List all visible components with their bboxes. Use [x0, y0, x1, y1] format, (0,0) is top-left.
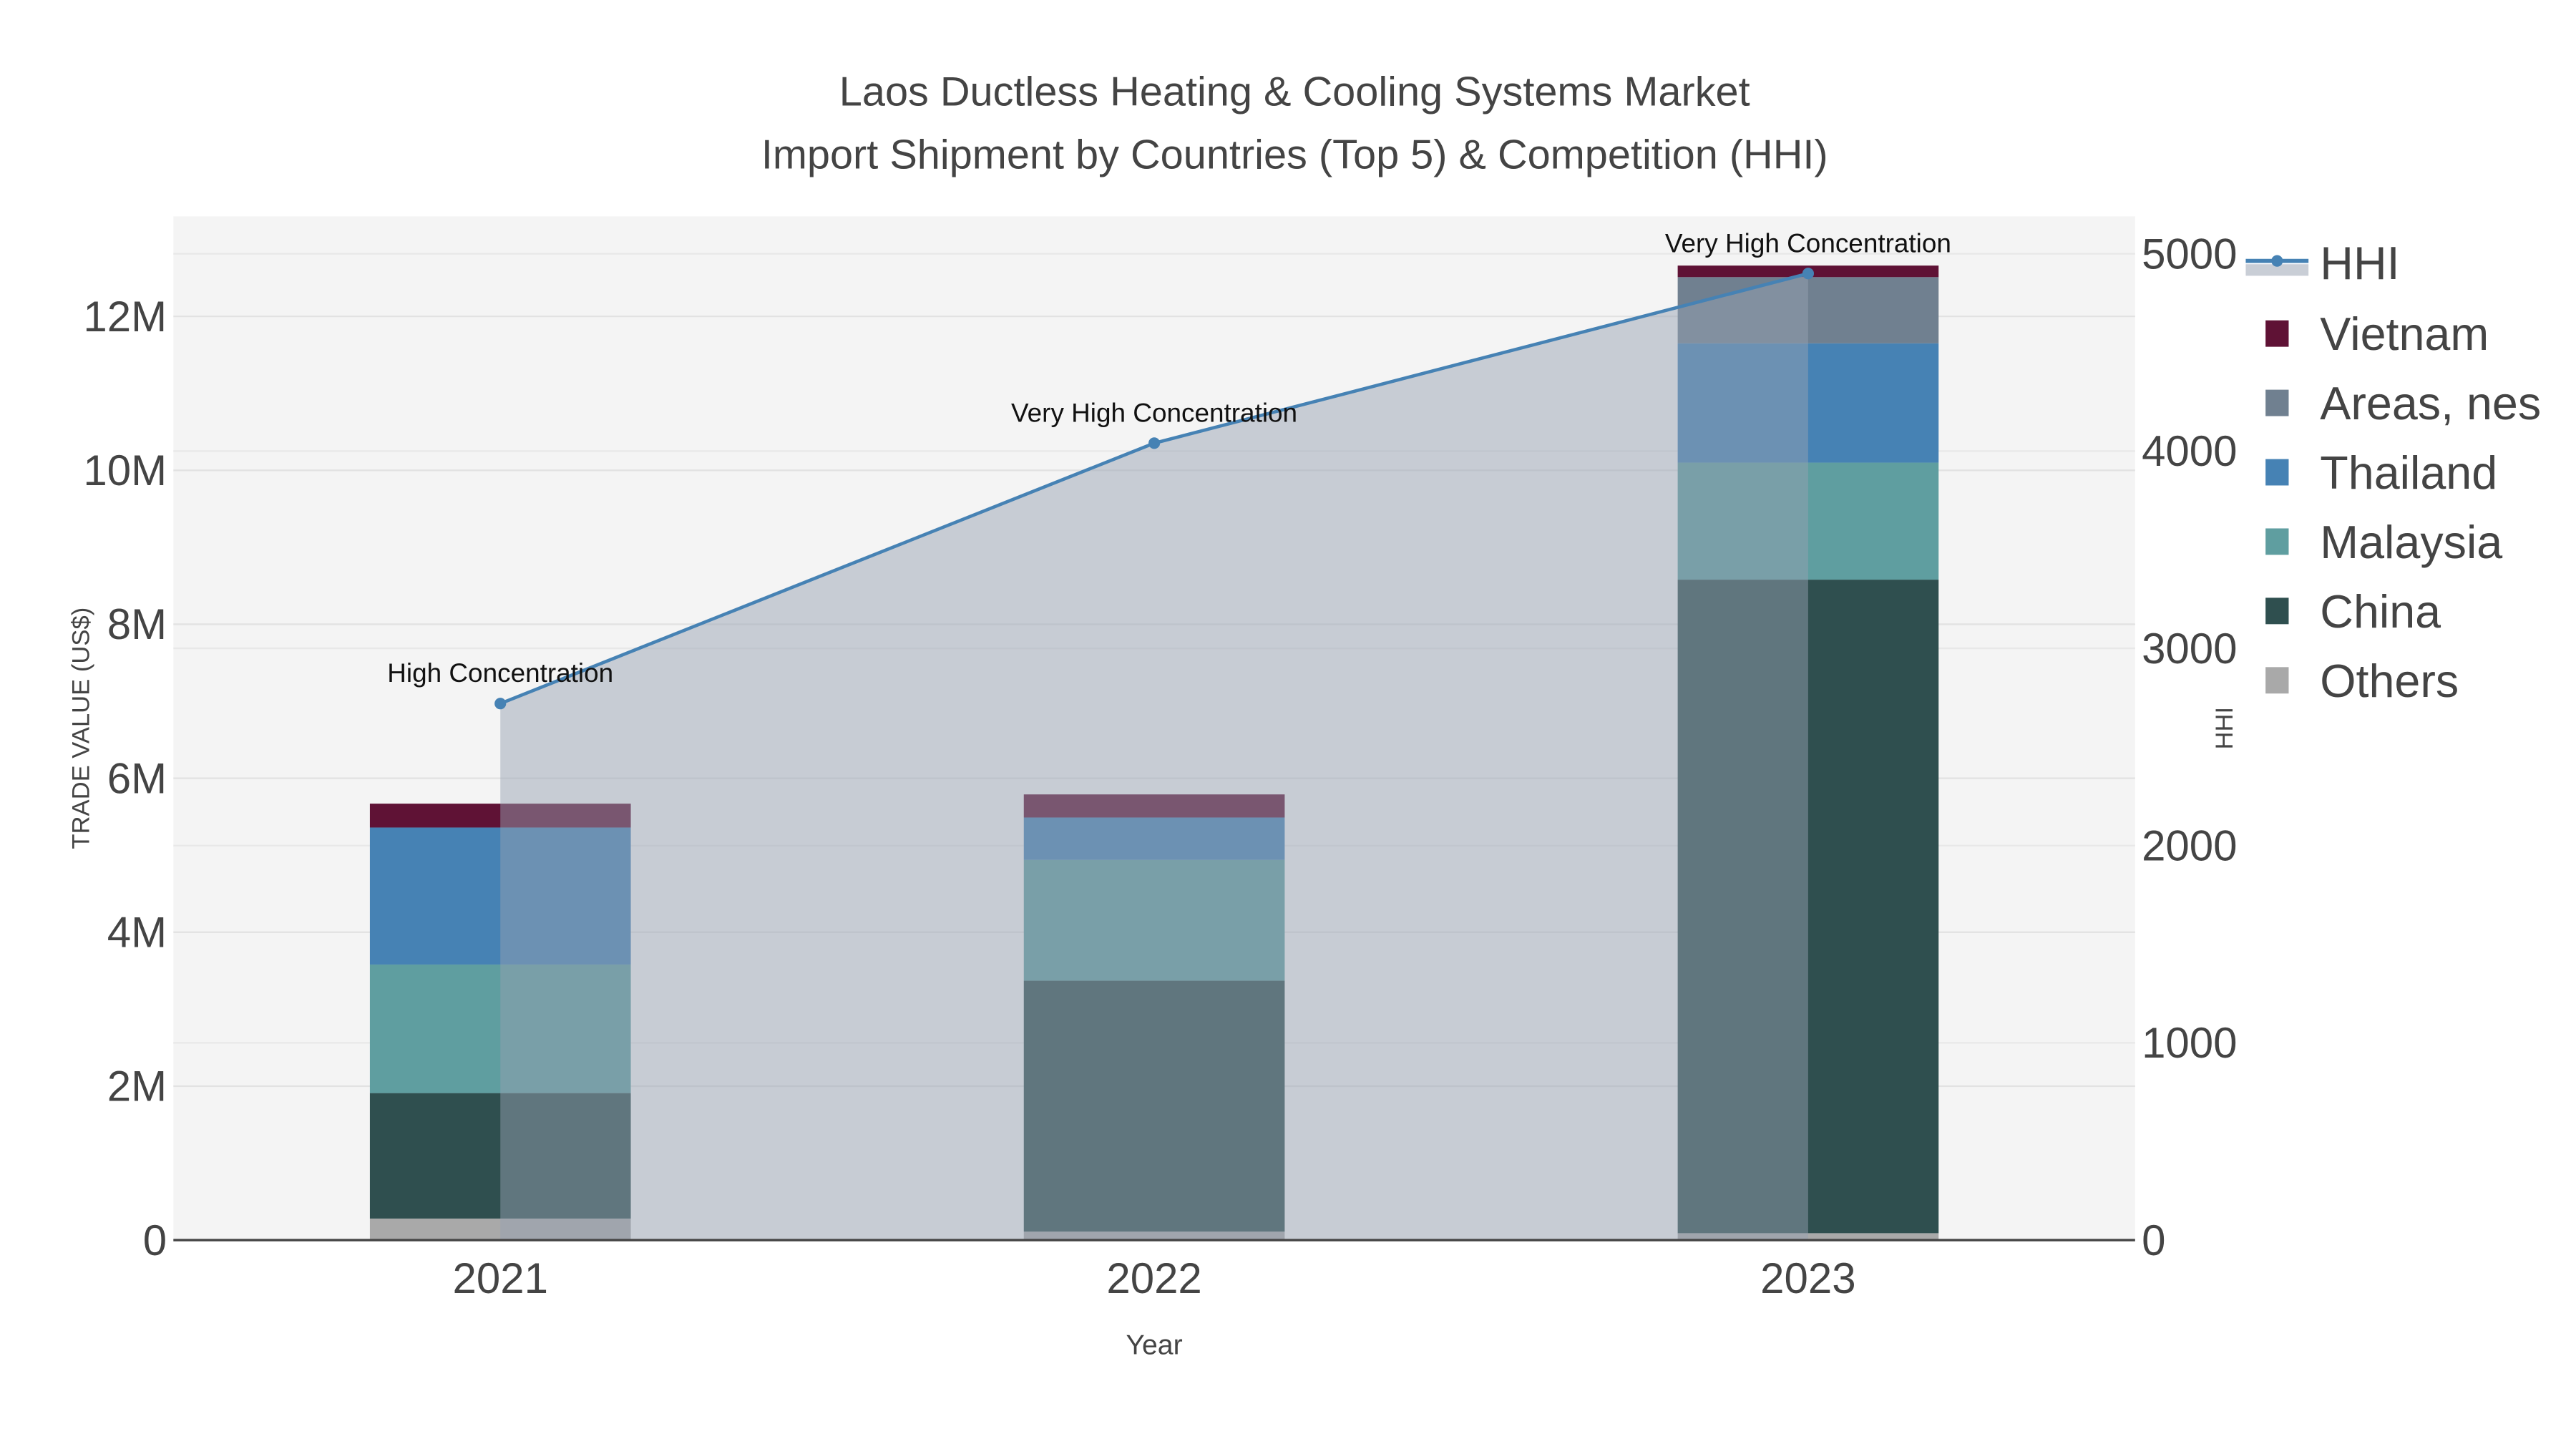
x-tick-label: 2022: [1106, 1254, 1201, 1302]
y2-tick-label: 0: [2142, 1216, 2165, 1264]
legend-label-hhi[interactable]: HHI: [2320, 238, 2399, 289]
legend-swatch-thailand: [2265, 459, 2289, 486]
legend-swatch-others: [2265, 667, 2289, 694]
hhi-point-2022[interactable]: [1148, 437, 1161, 449]
y2-axis-label: HHI: [2211, 707, 2238, 750]
chart-title-line2: Import Shipment by Countries (Top 5) & C…: [761, 132, 1828, 177]
x-tick-label: 2023: [1760, 1254, 1855, 1302]
hhi-annotation: High Concentration: [387, 658, 613, 688]
legend-swatch-china: [2265, 597, 2289, 625]
legend-swatch-areas-nes: [2265, 389, 2289, 416]
legend-label-others[interactable]: Others: [2320, 655, 2459, 707]
legend-label-areas-nes[interactable]: Areas, nes: [2320, 378, 2541, 429]
legend-label-malaysia[interactable]: Malaysia: [2320, 517, 2502, 568]
y2-tick-label: 3000: [2142, 625, 2237, 673]
hhi-point-2023[interactable]: [1802, 268, 1814, 280]
chart: High Concentration Very High Concentratio…: [68, 69, 2542, 1361]
y-tick-label: 6M: [107, 754, 167, 802]
chart-title-line1: Laos Ductless Heating & Cooling Systems …: [839, 69, 1750, 115]
legend-swatch-vietnam: [2265, 320, 2289, 347]
y2-tick-label: 5000: [2142, 230, 2237, 278]
hhi-annotation: Very High Concentration: [1665, 228, 1951, 258]
legend-label-china[interactable]: China: [2320, 586, 2441, 638]
legend: HHI Vietnam Areas, nes Thailand Malaysia Chin…: [2245, 238, 2541, 707]
legend-label-vietnam[interactable]: Vietnam: [2320, 308, 2489, 360]
y-tick-label: 12M: [83, 293, 167, 341]
y2-tick-label: 1000: [2142, 1019, 2237, 1067]
x-tick-label: 2021: [452, 1254, 547, 1302]
hhi-annotation: Very High Concentration: [1011, 398, 1297, 427]
y-tick-label: 4M: [107, 909, 167, 957]
y-tick-label: 0: [143, 1216, 167, 1264]
y2-tick-label: 2000: [2142, 821, 2237, 869]
legend-swatch-malaysia: [2265, 528, 2289, 555]
legend-hhi-marker-icon: [2271, 255, 2283, 267]
y2-tick-label: 4000: [2142, 427, 2237, 475]
x-axis-label: Year: [1126, 1329, 1182, 1360]
y-axis-label: TRADE VALUE (US$): [68, 608, 95, 849]
legend-label-thailand[interactable]: Thailand: [2320, 447, 2497, 499]
y-tick-label: 8M: [107, 600, 167, 648]
hhi-point-2021[interactable]: [494, 698, 507, 710]
y-tick-label: 2M: [107, 1063, 167, 1111]
y-tick-label: 10M: [83, 447, 167, 494]
